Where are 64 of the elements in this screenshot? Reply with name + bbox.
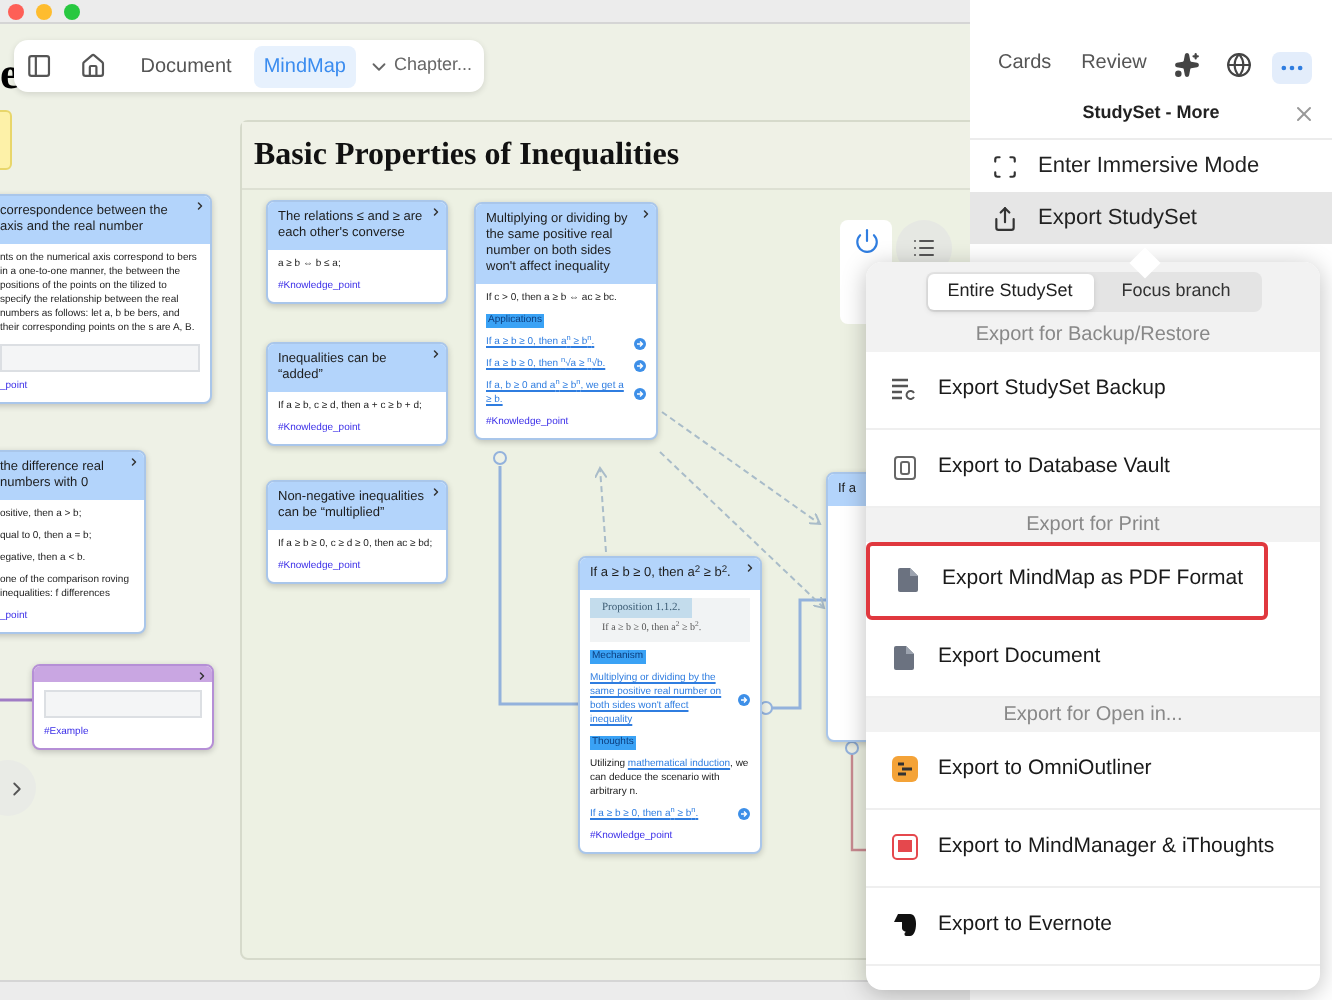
export-option[interactable]: Export MindMap as PDF Format	[866, 541, 1268, 619]
export-option[interactable]: Export to MindManager & iThoughts	[866, 809, 1320, 887]
chapter-dropdown[interactable]: Chapter...	[367, 52, 472, 80]
connector-line	[772, 598, 826, 710]
chevron-icon[interactable]	[430, 486, 442, 498]
vault-icon	[893, 455, 915, 479]
segment-option[interactable]: Entire StudySet	[927, 274, 1093, 309]
chevron-icon[interactable]	[196, 670, 208, 682]
chevron-icon[interactable]	[640, 208, 652, 220]
menu-item[interactable]: Enter Immersive Mode	[970, 140, 1332, 192]
backup-icon	[892, 378, 916, 400]
frame-title: Basic Properties of Inequalities	[254, 135, 680, 175]
close-icon[interactable]	[1292, 102, 1316, 126]
mindmap-card[interactable]	[0, 194, 212, 404]
connector-line	[0, 698, 32, 702]
section-heading: Export for Backup/Restore	[975, 321, 1211, 349]
view-tab[interactable]: Document	[130, 45, 242, 87]
arrow-circle-icon[interactable]	[634, 337, 646, 349]
chevron-icon[interactable]	[430, 206, 442, 218]
globe-icon	[1226, 52, 1253, 78]
arrow-circle-icon[interactable]	[634, 388, 646, 400]
segment-option[interactable]: Focus branch	[1093, 274, 1259, 309]
sidebar-toggle-icon[interactable]	[26, 52, 53, 80]
sparkle-icon	[1174, 52, 1201, 78]
chevron-icon[interactable]	[744, 562, 756, 574]
document-icon	[894, 645, 914, 669]
power-icon	[853, 228, 879, 254]
share-icon	[992, 205, 1018, 231]
menu-item-label: Export StudySet	[1038, 203, 1197, 234]
export-option-label: Export to MindManager & iThoughts	[938, 831, 1275, 862]
arrow-circle-icon[interactable]	[634, 359, 646, 371]
arrow-circle-icon[interactable]	[738, 693, 750, 706]
section-heading: Export for Open in...	[1003, 701, 1183, 729]
mindmap-card[interactable]	[474, 202, 658, 440]
menu-item[interactable]: Export StudySet	[970, 192, 1332, 244]
toolbar-tab[interactable]: Cards	[990, 42, 1060, 84]
export-option-label: Export Document	[938, 641, 1101, 672]
outliner-app-icon	[891, 756, 917, 782]
menu-item-label: Enter Immersive Mode	[1038, 151, 1260, 182]
dashed-arrow	[593, 467, 608, 553]
export-option[interactable]: Export to OmniOutliner	[866, 731, 1320, 809]
export-option[interactable]: Export StudySet Backup	[866, 351, 1320, 429]
fullscreen-icon	[992, 153, 1018, 179]
collapse-handle[interactable]	[493, 451, 507, 465]
export-option-label: Export MindMap as PDF Format	[942, 564, 1244, 595]
section-heading: Export for Print	[1026, 511, 1160, 539]
mindmanager-app-icon	[891, 834, 917, 860]
more-button[interactable]	[1271, 52, 1312, 84]
panel-title: StudySet - More	[1082, 100, 1220, 127]
collapse-handle[interactable]	[845, 741, 859, 755]
arrow-circle-icon[interactable]	[738, 808, 750, 821]
export-option-label: Export to Evernote	[938, 909, 1112, 940]
home-icon[interactable]	[80, 52, 107, 80]
export-option[interactable]: Export to Evernote	[866, 887, 1320, 965]
toolbar-tab[interactable]: Review	[1073, 42, 1155, 84]
chevron-icon[interactable]	[194, 200, 206, 212]
close-window-button[interactable]	[8, 3, 24, 19]
export-option-label: Export StudySet Backup	[938, 373, 1166, 404]
mindmap-card[interactable]	[578, 556, 762, 854]
chevron-icon[interactable]	[128, 456, 140, 468]
export-option-label: Export to Database Vault	[938, 451, 1170, 482]
document-icon	[898, 568, 918, 592]
chevron-icon[interactable]	[430, 348, 442, 360]
export-option-label: Export to OmniOutliner	[938, 753, 1152, 784]
